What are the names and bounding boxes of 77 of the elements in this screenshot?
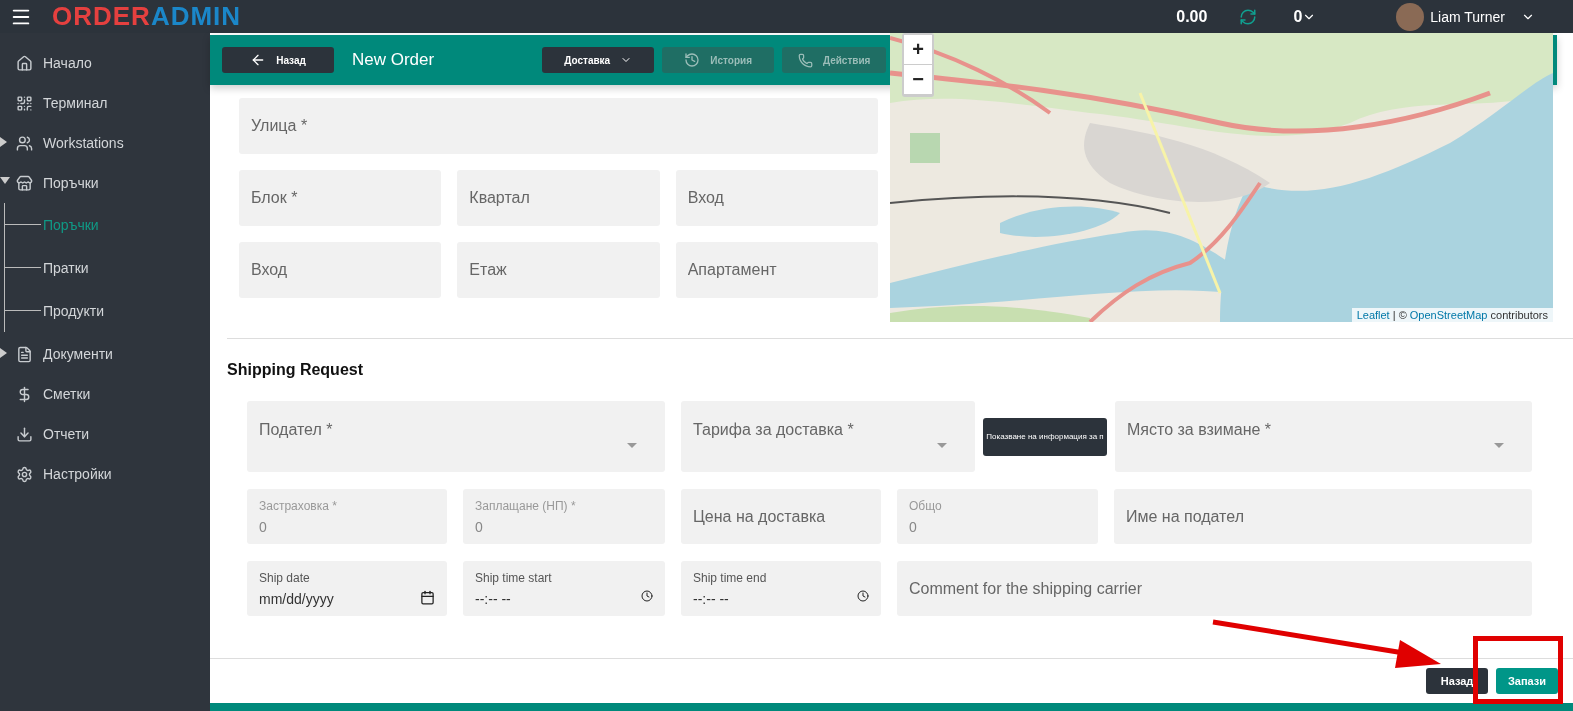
zoom-in-button[interactable]: + <box>904 35 932 65</box>
select-field[interactable]: Подател * <box>247 401 665 472</box>
dropdown-button[interactable]: Доставка <box>542 47 655 73</box>
logo: ORDERADMIN <box>52 1 242 32</box>
caret-icon <box>0 177 10 184</box>
caret-icon <box>0 348 7 358</box>
sidebar-subitem[interactable]: Пратки <box>43 259 89 276</box>
qr-code-icon <box>16 94 33 112</box>
field-label: Място за взимане * <box>1127 421 1272 439</box>
people-icon <box>16 134 33 152</box>
caret-icon <box>937 443 947 448</box>
field-label: Ship time start <box>475 570 553 585</box>
map-attribution: Leaflet | © OpenStreetMap contributors <box>1351 308 1553 322</box>
select-field[interactable]: Място за взимане * <box>1115 401 1532 472</box>
time-field[interactable]: Ship time end --:-- -- <box>681 561 881 616</box>
back-button[interactable]: Назад <box>222 47 334 73</box>
input-field[interactable]: Цена на доставка <box>681 489 881 544</box>
history-icon <box>684 52 701 68</box>
document-icon <box>16 345 33 363</box>
caret-icon <box>0 137 7 147</box>
sidebar-item[interactable]: Настройки <box>0 454 210 494</box>
back-button[interactable]: Назад <box>1426 668 1488 694</box>
input-field[interactable]: Име на подател <box>1114 489 1532 544</box>
save-button[interactable]: Запази <box>1496 668 1558 694</box>
info-button[interactable]: Показване на информация за п <box>983 417 1107 456</box>
calendar-icon <box>420 590 435 605</box>
field-value: --:-- -- <box>693 590 729 607</box>
sidebar-item[interactable]: Терминал <box>0 83 210 123</box>
field-label: Заплащане (НП) * <box>475 498 577 513</box>
field-value: --:-- -- <box>475 590 511 607</box>
select-field[interactable]: Тарифа за доставка * <box>681 401 975 472</box>
section-title: Shipping Request <box>227 361 364 379</box>
user-name[interactable]: Liam Turner <box>1430 8 1505 25</box>
field-label: Тарифа за доставка * <box>693 421 854 439</box>
field-value: 0 <box>909 518 917 535</box>
download-icon <box>16 425 33 443</box>
store-icon <box>16 174 33 192</box>
caret-icon <box>627 443 637 448</box>
sidebar-item[interactable]: Сметки <box>0 374 210 414</box>
clock-icon <box>857 590 869 602</box>
page-title: New Order <box>352 50 435 70</box>
sidebar-subitem[interactable]: Продукти <box>43 302 104 319</box>
sidebar-item[interactable]: Поръчки <box>0 163 210 203</box>
field-label: Общо <box>909 498 943 513</box>
field-label: Застраховка * <box>259 498 338 513</box>
input-field[interactable]: Блок * <box>239 170 442 226</box>
field-value: 0 <box>259 518 267 535</box>
settings-icon <box>16 465 33 483</box>
field-label: Ship date <box>259 570 311 585</box>
balance: 0.00 <box>1176 7 1208 26</box>
sidebar-item[interactable]: Отчети <box>0 414 210 454</box>
field-label: Подател * <box>259 421 333 439</box>
input-field[interactable]: Вход <box>675 170 878 226</box>
sidebar-subitem[interactable]: Поръчки <box>43 216 99 233</box>
counter-dropdown[interactable]: 0 <box>1293 7 1303 26</box>
link[interactable]: OpenStreetMap <box>1409 309 1488 321</box>
input-field[interactable]: Вход <box>239 242 442 298</box>
field-value: mm/dd/yyyy <box>259 590 334 607</box>
input-field[interactable]: Улица * <box>239 98 878 154</box>
field-label: Ship time end <box>693 570 768 585</box>
link[interactable]: Leaflet <box>1356 309 1390 321</box>
date-field[interactable]: Ship date mm/dd/yyyy <box>247 561 447 616</box>
refresh-icon[interactable] <box>1239 7 1258 26</box>
phone-icon <box>797 52 813 68</box>
avatar[interactable] <box>1396 2 1425 31</box>
caret-icon <box>1494 443 1504 448</box>
home-icon <box>16 54 33 72</box>
input-field[interactable]: Етаж <box>457 242 660 298</box>
sidebar-item[interactable]: Документи <box>0 334 210 374</box>
time-field[interactable]: Ship time start --:-- -- <box>463 561 665 616</box>
field-value: 0 <box>475 518 483 535</box>
input-field[interactable]: Апартамент <box>675 242 878 298</box>
sidebar-item[interactable]: Workstations <box>0 123 210 163</box>
sidebar-item[interactable]: Начало <box>0 43 210 83</box>
clock-icon <box>641 590 653 602</box>
input-field[interactable]: Квартал <box>457 170 660 226</box>
input-field[interactable]: Comment for the shipping carrier <box>897 561 1532 616</box>
